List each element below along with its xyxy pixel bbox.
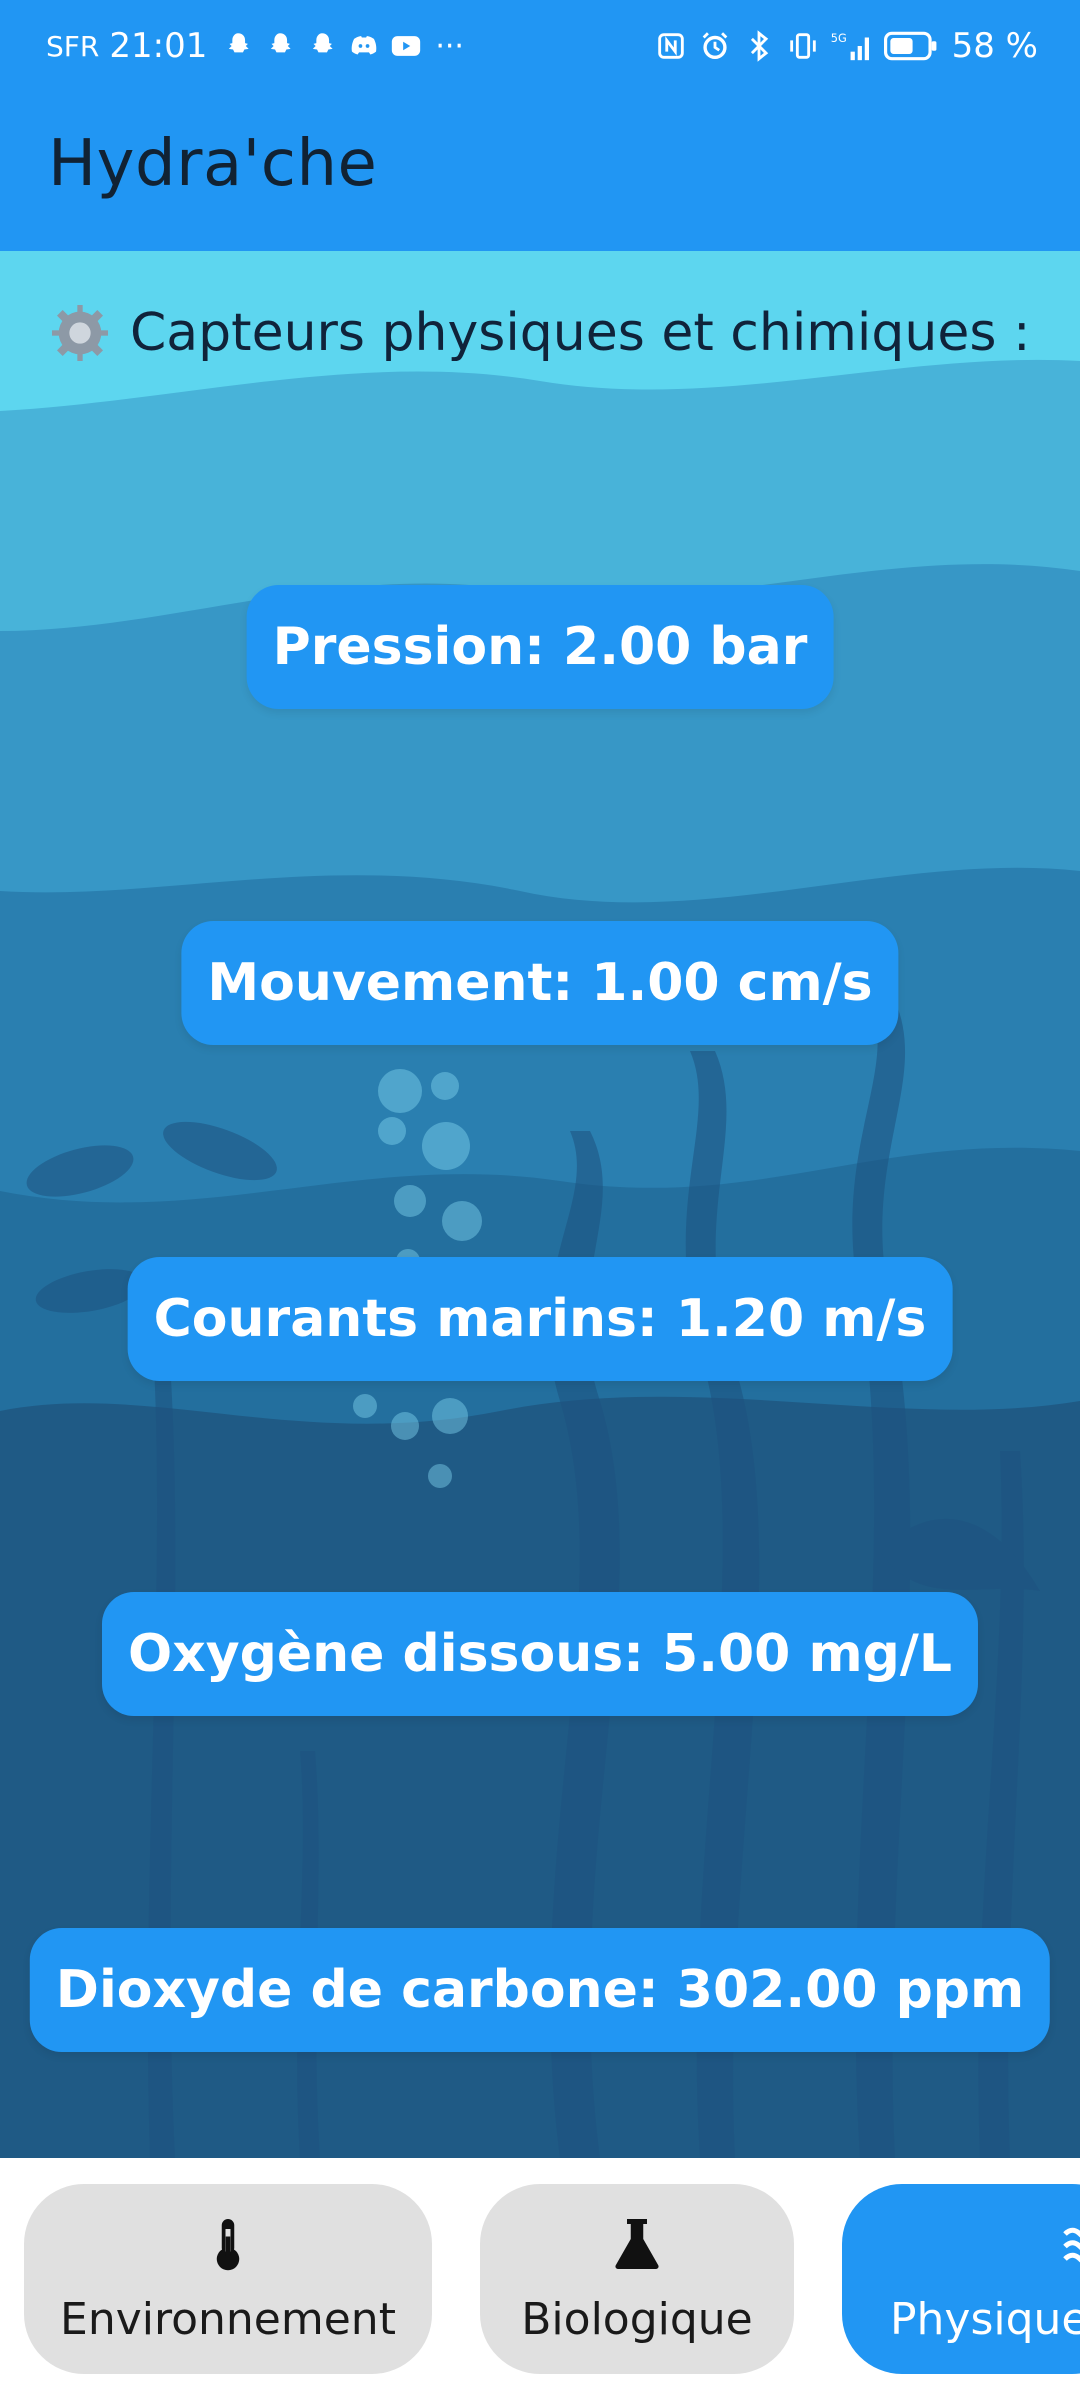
snapchat-icon [229,33,249,53]
app-title: Hydra'che [48,127,378,201]
bluetooth-icon [750,30,768,62]
signal-5g-icon: 5G [830,31,869,61]
battery-icon [883,31,937,61]
nav-physique-button[interactable]: Physique [842,2184,1080,2374]
section-heading: Capteurs physiques et chimiques : [48,301,1030,365]
clock: 21:01 [109,26,208,66]
nav-biologique-label: Biologique [521,2294,753,2345]
gear-icon [52,305,108,361]
more-dots-icon: ··· [435,28,464,64]
screen: SFR 21:01 ··· 5G 58 % Hydra'che Capteurs… [0,0,1080,2400]
waves-icon [1063,2227,1080,2263]
vibrate-icon [789,33,816,59]
nav-environnement-label: Environnement [60,2294,396,2345]
nav-physique-label: Physique [890,2294,1080,2345]
flask-icon [615,2219,659,2269]
dissolved-oxygen-reading[interactable]: Oxygène dissous: 5.00 mg/L [101,1592,979,1716]
currents-reading[interactable]: Courants marins: 1.20 m/s [127,1257,953,1381]
co2-reading[interactable]: Dioxyde de carbone: 302.00 ppm [29,1928,1051,2052]
thermometer-icon [216,2219,240,2271]
nav-biologique-button[interactable]: Biologique [480,2184,794,2374]
status-bar-left: SFR 21:01 ··· [46,26,464,66]
svg-text:5G: 5G [830,31,846,45]
nfc-icon [657,33,684,59]
nav-environnement-button[interactable]: Environnement [24,2184,432,2374]
alarm-icon [702,32,727,60]
snapchat-icon [313,33,333,53]
snapchat-icon [271,33,291,53]
movement-reading[interactable]: Mouvement: 1.00 cm/s [181,921,899,1045]
status-bar: SFR 21:01 ··· 5G 58 % [0,0,1080,105]
youtube-icon [392,36,421,56]
battery-percentage: 58 % [951,26,1038,66]
sensor-panel: Capteurs physiques et chimiques : Pressi… [0,251,1080,2158]
status-bar-right: 5G 58 % [654,26,1038,66]
discord-icon [352,36,377,55]
app-bar: Hydra'che [0,105,1080,251]
carrier-label: SFR [46,29,100,63]
section-heading-label: Capteurs physiques et chimiques : [130,303,1031,363]
pressure-reading[interactable]: Pression: 2.00 bar [246,585,834,709]
bottom-nav: Environnement Biologique Physique [0,2158,1080,2400]
underwater-background [0,251,1080,2158]
